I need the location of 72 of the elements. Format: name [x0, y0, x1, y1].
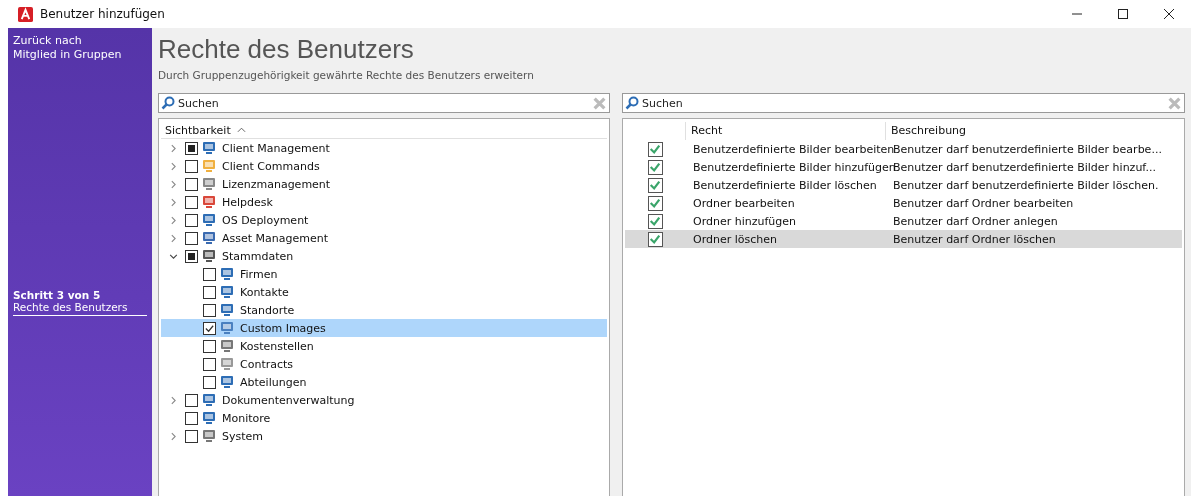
tree-item[interactable]: Client Commands	[161, 157, 607, 175]
tree-item[interactable]: Firmen	[161, 265, 607, 283]
table-row[interactable]: Ordner löschen Benutzer darf Ordner löschen	[625, 230, 1182, 248]
checkbox[interactable]	[203, 357, 216, 371]
checkbox[interactable]	[647, 231, 663, 247]
checkbox[interactable]	[185, 213, 198, 227]
step-title: Rechte des Benutzers	[13, 301, 129, 313]
close-icon[interactable]	[1163, 8, 1175, 20]
checkbox[interactable]	[185, 177, 198, 191]
back-link[interactable]: Zurück nach Mitglied in Gruppen	[13, 34, 122, 62]
monitor-icon	[201, 140, 217, 156]
tree-item[interactable]: Asset Management	[161, 229, 607, 247]
checkbox[interactable]	[203, 339, 216, 353]
tree-item[interactable]: Standorte	[161, 301, 607, 319]
checkbox[interactable]	[647, 141, 663, 157]
search-field[interactable]: Suchen	[158, 93, 610, 113]
maximize-icon[interactable]	[1117, 8, 1129, 20]
expand-chevron-icon[interactable]	[170, 233, 176, 243]
expand-chevron-icon[interactable]	[170, 215, 176, 225]
checkbox[interactable]	[185, 411, 198, 425]
table-row[interactable]: Ordner hinzufügen Benutzer darf Ordner anlegen	[625, 212, 1182, 230]
checkbox[interactable]	[203, 375, 216, 389]
table-row[interactable]: Benutzerdefinierte Bilder hinzufügenBenutzer darf benutzerdefinierte Bilder hinzuf...	[625, 158, 1182, 176]
chart-monitor-icon	[201, 410, 217, 426]
expand-chevron-icon[interactable]	[170, 179, 176, 189]
tree-item[interactable]: Client Management	[161, 139, 607, 157]
checkbox[interactable]	[647, 213, 663, 229]
search-icon	[161, 96, 175, 110]
collapse-chevron-icon[interactable]	[168, 253, 178, 259]
checkbox[interactable]	[185, 159, 198, 173]
expand-chevron-icon[interactable]	[170, 143, 176, 153]
tree-item[interactable]: Kostenstellen	[161, 337, 607, 355]
tree-item[interactable]: Kontakte	[161, 283, 607, 301]
tree-item[interactable]: Abteilungen	[161, 373, 607, 391]
expand-chevron-icon[interactable]	[170, 431, 176, 441]
table-row[interactable]: Benutzerdefinierte Bilder löschen Benutzer darf benutzerdefinierte Bilder löschen.	[625, 176, 1182, 194]
column-header[interactable]: Beschreibung	[885, 122, 1135, 140]
tree-item[interactable]: Stammdaten	[161, 247, 607, 265]
step-counter: Schritt 3 von 5	[13, 289, 102, 301]
checkbox[interactable]	[203, 303, 216, 317]
checkbox[interactable]	[203, 321, 216, 335]
search-icon	[625, 96, 639, 110]
tree-item[interactable]: Custom Images	[161, 319, 607, 337]
table-row[interactable]: Benutzerdefinierte Bilder bearbeitenBenutzer darf benutzerdefinierte Bilder bearbe...	[625, 140, 1182, 158]
checkbox[interactable]	[185, 231, 198, 245]
tree-item[interactable]: Lizenzmanagement	[161, 175, 607, 193]
page-subtitle: Durch Gruppenzugehörigkeit gewährte Rechte des Benutzers erweitern	[158, 69, 535, 81]
tree-item[interactable]: System	[161, 427, 607, 445]
checkbox[interactable]	[647, 177, 663, 193]
expand-chevron-icon[interactable]	[170, 395, 176, 405]
checkbox[interactable]	[203, 267, 216, 281]
column-header[interactable]: Sichtbarkeit	[165, 123, 231, 137]
expand-chevron-icon[interactable]	[170, 161, 176, 171]
checkbox[interactable]	[647, 159, 663, 175]
checkbox[interactable]	[647, 195, 663, 211]
window-title: Benutzer hinzufügen	[40, 7, 165, 21]
tree-item[interactable]: Helpdesk	[161, 193, 607, 211]
tree-item[interactable]: Monitore	[161, 409, 607, 427]
table-row[interactable]: Ordner bearbeiten Benutzer darf Ordner bearbeiten	[625, 194, 1182, 212]
sort-up-icon[interactable]	[236, 127, 246, 133]
app-logo-icon	[18, 6, 33, 22]
page-title: Rechte des Benutzers	[158, 33, 415, 66]
column-header[interactable]: Recht	[685, 122, 885, 140]
tree-item[interactable]: Contracts	[161, 355, 607, 373]
checkbox[interactable]	[185, 195, 198, 209]
tree-item[interactable]: OS Deployment	[161, 211, 607, 229]
checkbox[interactable]	[203, 285, 216, 299]
expand-chevron-icon[interactable]	[170, 197, 176, 207]
search-field[interactable]: Suchen	[622, 93, 1185, 113]
tree-item[interactable]: Dokumentenverwaltung	[161, 391, 607, 409]
checkbox[interactable]	[185, 429, 198, 443]
checkbox[interactable]	[185, 393, 198, 407]
